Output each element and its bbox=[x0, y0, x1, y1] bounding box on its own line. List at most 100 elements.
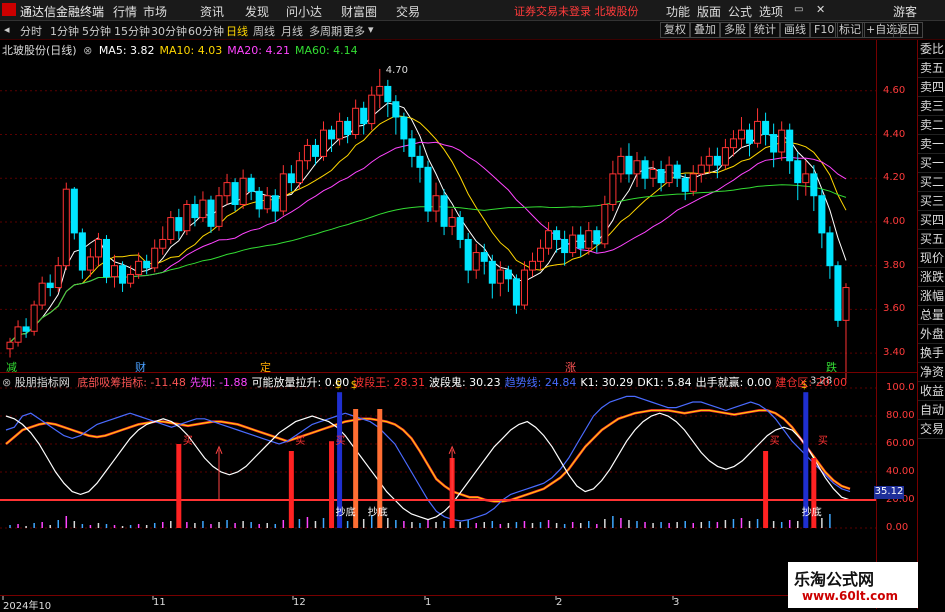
side-panel-item[interactable]: 涨幅 bbox=[918, 287, 945, 306]
side-panel-item[interactable]: 外盘 bbox=[918, 325, 945, 344]
candle-body bbox=[681, 177, 689, 192]
kline-chart[interactable]: 4.703.28减财定涨跌买买买买买$ $ $抄底 抄底 抄底 bbox=[0, 40, 917, 609]
menu-news[interactable]: 资讯 bbox=[200, 3, 224, 20]
side-panel-item[interactable]: 收益 bbox=[918, 382, 945, 401]
period-tab[interactable]: 60分钟 bbox=[188, 23, 224, 39]
ma-line-ma5 bbox=[9, 102, 847, 343]
candle-body bbox=[376, 85, 384, 96]
candle-body bbox=[577, 234, 585, 249]
draw-line-button[interactable]: 画线 bbox=[780, 22, 810, 38]
period-tab-active[interactable]: 日线 bbox=[226, 23, 248, 39]
side-panel-item[interactable]: 买三 bbox=[918, 192, 945, 211]
back-button[interactable]: 返回 bbox=[893, 22, 923, 38]
close-icon[interactable]: ✕ bbox=[816, 3, 825, 16]
candle-body bbox=[143, 260, 151, 269]
candle-body bbox=[78, 232, 86, 271]
candle-body bbox=[86, 256, 94, 271]
candle-body bbox=[528, 260, 537, 271]
menu-assistant[interactable]: 问小达 bbox=[286, 3, 322, 20]
indicator-fields: 底部吸筹指标: -11.48 先知: -1.88 可能放量拉升: 0.00 波段王: … bbox=[73, 376, 847, 389]
candle-body bbox=[287, 173, 295, 184]
indicator-line bbox=[5, 395, 851, 522]
candle-body bbox=[135, 260, 143, 275]
indicator-y-tick: 80.00 bbox=[886, 410, 915, 421]
side-panel-item[interactable]: 自动 bbox=[918, 401, 945, 420]
side-panel-item[interactable]: 卖一 bbox=[918, 135, 945, 154]
chevron-down-icon[interactable]: ▾ bbox=[368, 23, 374, 36]
side-panel-item[interactable]: 买四 bbox=[918, 211, 945, 230]
period-tab[interactable]: 15分钟 bbox=[114, 23, 150, 39]
candle-body bbox=[62, 188, 70, 267]
period-tab[interactable]: 30分钟 bbox=[151, 23, 187, 39]
candle-body bbox=[30, 304, 38, 332]
menu-discover[interactable]: 发现 bbox=[245, 3, 269, 20]
candle-body bbox=[167, 217, 175, 240]
side-panel-item[interactable]: 总量 bbox=[918, 306, 945, 325]
side-panel-item[interactable]: 买二 bbox=[918, 173, 945, 192]
indicator-name: 股朋指标网 bbox=[14, 376, 70, 389]
menu-market[interactable]: 市场 bbox=[143, 3, 167, 20]
indicator-current-value: 35.12 bbox=[874, 486, 904, 499]
side-panel-item[interactable]: 委比 bbox=[918, 40, 945, 59]
menu-quotes[interactable]: 行情 bbox=[113, 3, 137, 20]
candle-body bbox=[199, 199, 207, 219]
candle-body bbox=[392, 101, 400, 118]
adjust-button[interactable]: 复权 bbox=[660, 22, 690, 38]
candle-body bbox=[424, 166, 432, 212]
menu-wealth-circle[interactable]: 财富圈 bbox=[341, 3, 377, 20]
side-panel-item[interactable]: 净资 bbox=[918, 363, 945, 382]
period-tab[interactable]: 1分钟 bbox=[50, 23, 79, 39]
indicator-field: 波段王: 28.31 bbox=[353, 376, 425, 389]
menu-trade[interactable]: 交易 bbox=[396, 3, 420, 20]
menu-options[interactable]: 选项 bbox=[759, 3, 783, 20]
side-panel-item[interactable]: 卖五 bbox=[918, 59, 945, 78]
indicator-field: K1: 30.29 bbox=[580, 376, 634, 389]
period-tab[interactable]: 月线 bbox=[281, 23, 303, 39]
side-panel-item[interactable]: 卖二 bbox=[918, 116, 945, 135]
multi-stock-button[interactable]: 多股 bbox=[720, 22, 750, 38]
candle-body bbox=[649, 168, 657, 179]
candle-body bbox=[38, 282, 46, 306]
side-panel-item[interactable]: 现价 bbox=[918, 249, 945, 268]
overlay-button[interactable]: 叠加 bbox=[690, 22, 720, 38]
collapse-icon[interactable]: ⊗ bbox=[83, 44, 92, 57]
period-tab[interactable]: 分时 bbox=[20, 23, 42, 39]
candle-body bbox=[794, 160, 802, 184]
menu-function[interactable]: 功能 bbox=[666, 3, 690, 20]
candle-body bbox=[255, 190, 263, 210]
indicator-collapse-icon[interactable]: ⊗ bbox=[2, 376, 11, 389]
side-panel-item[interactable]: 交易 bbox=[918, 420, 945, 439]
side-panel-item[interactable]: 涨跌 bbox=[918, 268, 945, 287]
period-timeshare[interactable]: ◂ bbox=[4, 23, 10, 36]
candle-body bbox=[263, 195, 271, 210]
side-panel-item[interactable]: 买五 bbox=[918, 230, 945, 249]
period-toolbar: ◂ 分时 1分钟 5分钟 15分钟 30分钟 60分钟 日线 周线 月线 多周期… bbox=[0, 21, 945, 40]
period-tab[interactable]: 多周期 bbox=[309, 23, 342, 39]
indicator-field: 趋势线: 24.84 bbox=[504, 376, 577, 389]
candle-body bbox=[6, 341, 14, 350]
side-panel-item[interactable]: 卖三 bbox=[918, 97, 945, 116]
x-tick: 2 bbox=[556, 597, 563, 608]
candle-body bbox=[697, 164, 705, 175]
candle-body bbox=[247, 177, 255, 192]
candle-body bbox=[601, 203, 609, 245]
mark-button[interactable]: 标记 bbox=[835, 22, 865, 38]
user-guest[interactable]: 游客 bbox=[893, 3, 917, 20]
period-tab[interactable]: 周线 bbox=[253, 23, 275, 39]
ma-label: MA5: 3.82 bbox=[98, 44, 155, 57]
candle-body bbox=[665, 164, 673, 184]
period-tab[interactable]: 5分钟 bbox=[82, 23, 111, 39]
menu-layout[interactable]: 版面 bbox=[697, 3, 721, 20]
period-tab-more[interactable]: 更多 bbox=[343, 23, 365, 39]
indicator-y-tick: 0.00 bbox=[886, 522, 909, 533]
x-tick: 12 bbox=[293, 597, 306, 608]
menu-formula[interactable]: 公式 bbox=[728, 3, 752, 20]
candle-body bbox=[344, 120, 352, 136]
candle-body bbox=[14, 326, 22, 343]
statistics-button[interactable]: 统计 bbox=[750, 22, 780, 38]
side-panel-item[interactable]: 买一 bbox=[918, 154, 945, 173]
side-panel-item[interactable]: 换手 bbox=[918, 344, 945, 363]
candle-body bbox=[778, 129, 786, 153]
side-panel-item[interactable]: 卖四 bbox=[918, 78, 945, 97]
minimize-icon[interactable]: ▭ bbox=[794, 4, 803, 15]
